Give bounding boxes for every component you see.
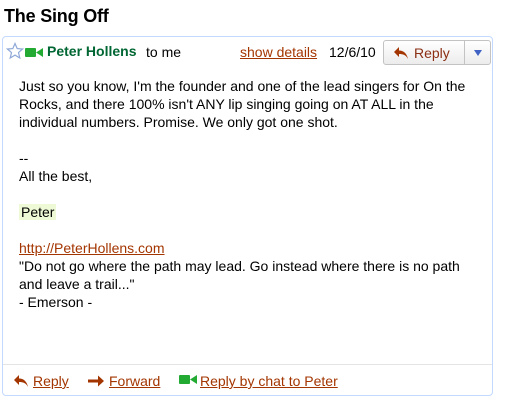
video-chat-icon xyxy=(25,48,43,57)
reply-button-label: Reply xyxy=(414,45,450,61)
reply-button[interactable]: Reply xyxy=(383,40,465,65)
quote-attribution: - Emerson - xyxy=(19,294,93,310)
signature-separator: -- xyxy=(19,150,29,166)
video-chat-icon xyxy=(179,375,197,384)
message-header: Peter Hollens to me show details 12/6/10… xyxy=(3,37,492,67)
more-options-button[interactable] xyxy=(464,40,491,65)
footer-reply-chat-link[interactable]: Reply by chat to Peter xyxy=(200,373,338,389)
signature-name-line: Peter xyxy=(19,203,481,221)
quote-line-2: and leave a trail..." xyxy=(19,276,135,292)
signature-name: Peter xyxy=(19,204,57,220)
message-footer: Reply Forward Reply by chat to Peter xyxy=(3,364,492,395)
reply-arrow-icon xyxy=(394,47,408,59)
star-icon[interactable] xyxy=(6,42,24,60)
footer-forward-link[interactable]: Forward xyxy=(109,373,160,389)
quote-line-1: "Do not go where the path may lead. Go i… xyxy=(19,258,460,274)
signature-closing: All the best, xyxy=(19,168,93,184)
show-details-link[interactable]: show details xyxy=(240,44,317,60)
message-card: Peter Hollens to me show details 12/6/10… xyxy=(2,36,493,396)
message-body: Just so you know, I'm the founder and on… xyxy=(19,77,481,311)
body-paragraph: Just so you know, I'm the founder and on… xyxy=(19,78,466,130)
footer-reply-link[interactable]: Reply xyxy=(33,373,69,389)
website-link[interactable]: http://PeterHollens.com xyxy=(19,240,165,256)
message-date: 12/6/10 xyxy=(329,44,376,60)
recipient-label: to me xyxy=(146,44,182,60)
email-subject: The Sing Off xyxy=(4,6,109,26)
sender-name[interactable]: Peter Hollens xyxy=(47,43,136,59)
forward-arrow-icon xyxy=(88,375,104,387)
dropdown-arrow-icon xyxy=(474,50,482,56)
signature-link-line: http://PeterHollens.com xyxy=(19,239,481,257)
reply-arrow-icon xyxy=(14,375,28,387)
